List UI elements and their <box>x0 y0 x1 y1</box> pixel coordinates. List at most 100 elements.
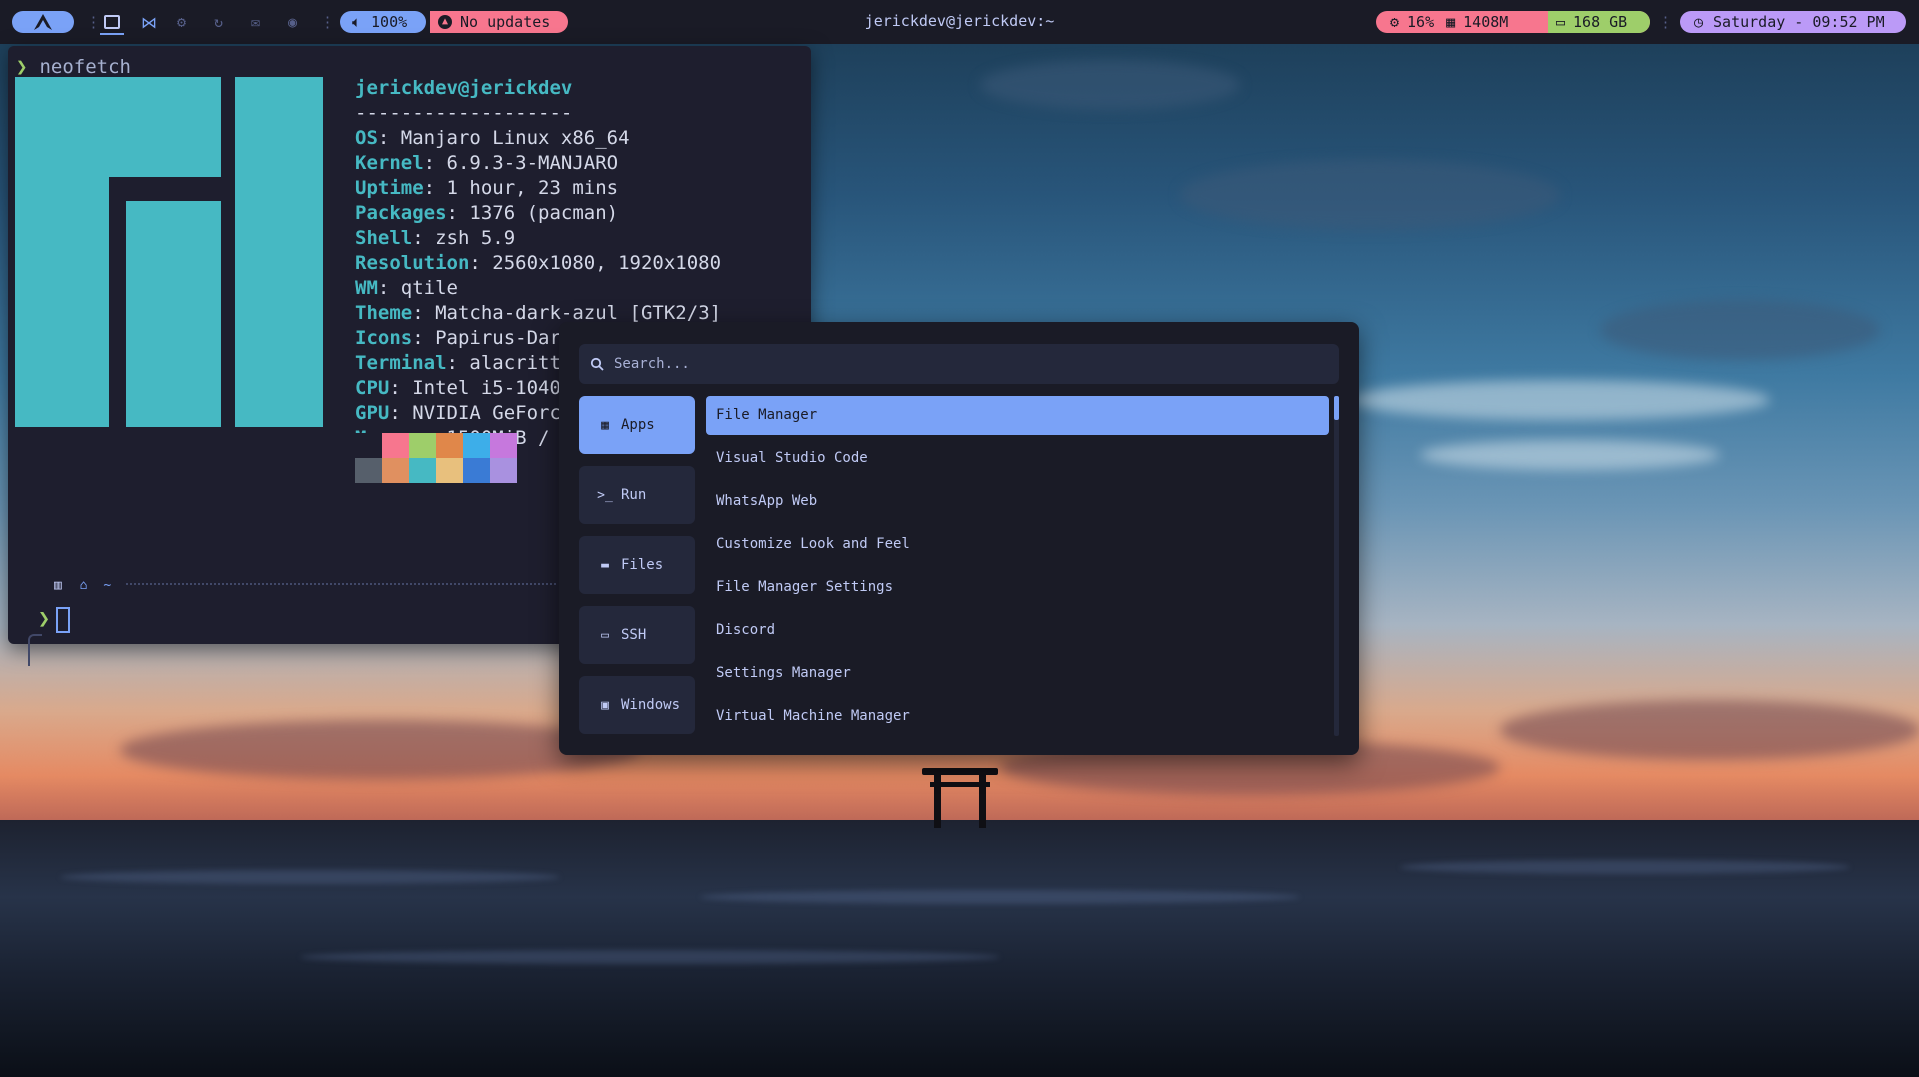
info-key: WM <box>355 277 378 299</box>
info-key: Packages <box>355 202 447 224</box>
separator-line: ------------------- <box>355 102 573 124</box>
separator-icon: ⋮ <box>86 13 101 31</box>
info-key: Resolution <box>355 252 470 274</box>
info-key: Uptime <box>355 177 424 199</box>
info-row: Resolution: 2560x1080, 1920x1080 <box>355 251 721 276</box>
result-item[interactable]: Virtual Machine Manager <box>706 697 1329 740</box>
info-row: Shell: zsh 5.9 <box>355 226 721 251</box>
info-key: Theme <box>355 302 413 324</box>
info-colon: : <box>412 327 436 349</box>
terminal-prompt-icon: >_ <box>597 487 613 503</box>
color-swatch <box>463 433 490 458</box>
color-swatch <box>490 458 517 483</box>
workspace-refresh-icon[interactable]: ↻ <box>214 13 223 31</box>
mode-ssh[interactable]: ▭ SSH <box>579 606 695 664</box>
info-colon: : <box>412 227 436 249</box>
memory-icon: ▦ <box>1446 13 1456 31</box>
speaker-icon: 🔈︎ <box>352 13 362 31</box>
prompt-bracket <box>28 634 42 666</box>
launcher-logo-button[interactable] <box>12 11 74 33</box>
mode-files[interactable]: ▬ Files <box>579 536 695 594</box>
mode-label: Files <box>621 557 664 573</box>
info-row: OS: Manjaro Linux x86_64 <box>355 126 721 151</box>
info-value: 1376 (pacman) <box>469 202 619 224</box>
top-bar: ⋮ ⋈ ⚙ ↻ ✉ ◉ ⋮ 🔈︎ 100% ▲ No updates jeric… <box>0 0 1919 44</box>
mode-apps[interactable]: ▦ Apps <box>579 396 695 454</box>
info-colon: : <box>377 277 401 299</box>
volume-widget[interactable]: 🔈︎ 100% <box>340 11 426 33</box>
info-colon: : <box>469 252 493 274</box>
disk-icon: ▭ <box>1556 13 1566 31</box>
manjaro-mini-icon: ▥ <box>54 578 62 593</box>
results-scrollbar[interactable] <box>1334 396 1339 736</box>
workspace-vscode-icon[interactable]: ⋈ <box>137 11 161 33</box>
results-list: File Manager Visual Studio Code WhatsApp W… <box>706 396 1329 740</box>
torii-gate <box>922 768 998 828</box>
color-swatch <box>490 433 517 458</box>
workspace-mail-icon[interactable]: ✉ <box>251 13 260 31</box>
mode-label: Windows <box>621 697 681 713</box>
result-item[interactable]: Settings Manager <box>706 654 1329 697</box>
update-arrow-icon: ▲ <box>438 15 452 29</box>
info-value: qtile <box>400 277 458 299</box>
info-row: Kernel: 6.9.3-3-MANJARO <box>355 151 721 176</box>
user-host: jerickdev@jerickdev <box>355 77 573 99</box>
cpu-icon: ⚙ <box>1390 13 1400 31</box>
clock-widget[interactable]: ◷ Saturday - 09:52 PM <box>1680 11 1906 33</box>
prompt-arrow-icon: ❯ <box>38 606 51 630</box>
separator-icon: ⋮ <box>320 13 335 31</box>
arch-logo-icon <box>34 14 52 30</box>
result-item[interactable]: File Manager <box>706 396 1329 435</box>
command-text: neofetch <box>39 56 131 78</box>
volume-level: 100% <box>371 13 408 31</box>
disk-free: 168 GB <box>1573 13 1628 31</box>
info-key: Icons <box>355 327 413 349</box>
search-input[interactable] <box>612 355 1316 373</box>
info-key: Terminal <box>355 352 447 374</box>
color-swatch <box>355 433 382 458</box>
result-item[interactable]: WhatsApp Web <box>706 482 1329 525</box>
app-launcher: ▦ Apps >_ Run ▬ Files ▭ SSH ▣ Windows File Manage… <box>559 322 1359 755</box>
workspace-gear-icon[interactable]: ⚙ <box>177 13 186 31</box>
info-colon: : <box>423 152 447 174</box>
updates-status: No updates <box>460 13 551 31</box>
search-bar[interactable] <box>579 344 1339 384</box>
mode-windows[interactable]: ▣ Windows <box>579 676 695 734</box>
info-value: 2560x1080, 1920x1080 <box>492 252 722 274</box>
input-line[interactable]: ❯ <box>38 606 71 633</box>
info-value: Matcha-dark-azul [GTK2/3] <box>435 302 722 324</box>
prompt-divider <box>126 583 556 585</box>
command-line: ❯ neofetch <box>16 56 131 78</box>
current-path: ~ <box>103 578 112 593</box>
info-value: Intel i5-10400 <box>412 377 573 399</box>
info-value: NVIDIA GeForce <box>412 402 573 424</box>
info-colon: : <box>446 352 470 374</box>
clock-text: Saturday - 09:52 PM <box>1713 13 1885 31</box>
info-colon: : <box>446 202 470 224</box>
mode-run[interactable]: >_ Run <box>579 466 695 524</box>
result-item[interactable]: Discord <box>706 611 1329 654</box>
info-colon: : <box>412 302 436 324</box>
color-swatch <box>436 458 463 483</box>
color-swatch <box>463 458 490 483</box>
info-value: alacritty <box>469 352 573 374</box>
info-key: OS <box>355 127 378 149</box>
result-item[interactable]: File Manager Settings <box>706 568 1329 611</box>
result-item[interactable]: Customize Look and Feel <box>706 525 1329 568</box>
color-swatch <box>409 433 436 458</box>
clock-icon: ◷ <box>1694 13 1704 31</box>
prompt-status: ▥ ⌂ ~ <box>16 578 111 593</box>
workspace-chat-icon[interactable]: ◉ <box>288 13 297 31</box>
result-item[interactable]: Visual Studio Code <box>706 439 1329 482</box>
cpu-usage: 16% <box>1407 13 1435 31</box>
info-key: GPU <box>355 402 390 424</box>
scrollbar-thumb[interactable] <box>1334 396 1339 420</box>
info-colon: : <box>389 377 413 399</box>
separator-icon: ⋮ <box>1658 13 1673 31</box>
folder-icon: ▬ <box>601 557 609 573</box>
mode-switcher: ▦ Apps >_ Run ▬ Files ▭ SSH ▣ Windows <box>579 396 695 746</box>
workspace-terminal-icon[interactable] <box>100 11 124 35</box>
disk-widget[interactable]: ▭ 168 GB <box>1548 11 1650 33</box>
updates-widget[interactable]: ▲ No updates <box>430 11 568 33</box>
info-key: Kernel <box>355 152 424 174</box>
